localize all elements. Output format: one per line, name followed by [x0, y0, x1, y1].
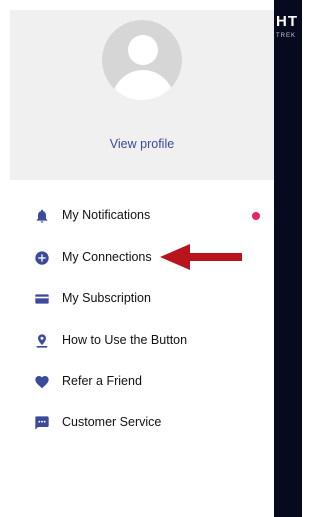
location-pin-icon	[36, 334, 48, 348]
app-backdrop[interactable]	[274, 0, 302, 517]
credit-card-icon	[35, 294, 49, 304]
notification-dot	[252, 212, 260, 220]
menu-item-subscription[interactable]: My Subscription	[10, 284, 274, 314]
plus-circle-icon	[35, 251, 49, 265]
menu-item-label: My Subscription	[62, 291, 151, 305]
heart-icon	[35, 376, 49, 389]
menu-item-how-to-use[interactable]: How to Use the Button	[10, 326, 274, 356]
avatar-head-shape	[128, 35, 158, 65]
menu-item-label: How to Use the Button	[62, 333, 188, 347]
menu-item-label: Refer a Friend	[62, 374, 142, 388]
menu-item-label: My Connections	[62, 250, 152, 264]
app-logo-subtext: TREK	[276, 33, 297, 39]
avatar-body-shape	[112, 70, 174, 100]
avatar[interactable]	[102, 20, 182, 100]
chat-bubble-icon	[35, 416, 49, 430]
bell-icon	[36, 209, 48, 223]
annotation-arrow-icon	[160, 244, 242, 270]
profile-header: View profile	[10, 10, 274, 180]
menu-item-label: My Notifications	[62, 208, 151, 222]
menu-item-customer-service[interactable]: Customer Service	[10, 408, 274, 438]
view-profile-link[interactable]: View profile	[10, 137, 274, 151]
app-screen: HT TREK View profile My Notifications My…	[0, 0, 302, 517]
menu-item-notifications[interactable]: My Notifications	[10, 201, 274, 231]
menu-item-refer-friend[interactable]: Refer a Friend	[10, 367, 274, 397]
app-logo-text: HT	[276, 13, 298, 30]
menu-item-label: Customer Service	[62, 415, 162, 429]
